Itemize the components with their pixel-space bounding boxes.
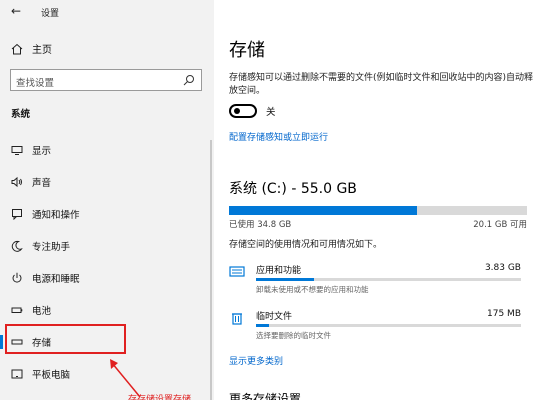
sidebar-item-label: 通知和操作 (32, 210, 80, 221)
storage-sense-toggle[interactable] (229, 104, 257, 118)
display-icon (11, 146, 23, 155)
sidebar-item-focus-assist[interactable]: 专注助手 (0, 232, 205, 260)
sidebar-item-label: 平板电脑 (32, 370, 71, 381)
apps-icon (229, 266, 245, 277)
search-placeholder: 查找设置 (16, 78, 55, 89)
category-name: 应用和功能 (256, 266, 302, 276)
sidebar-item-label: 显示 (32, 146, 52, 157)
sidebar-scrollbar[interactable] (210, 140, 212, 400)
storage-sense-toggle-row: 关 (229, 104, 276, 118)
tablet-icon (11, 369, 23, 379)
category-subtitle: 卸载未使用或不想要的应用和功能 (256, 285, 369, 294)
sidebar-item-label: 专注助手 (32, 242, 71, 253)
drive-usage-fill (229, 206, 417, 215)
drive-title: 系统 (C:) - 55.0 GB (229, 181, 357, 197)
sidebar-item-label: 声音 (32, 178, 52, 189)
battery-icon (11, 307, 23, 313)
category-size: 175 MB (487, 309, 521, 319)
used-space-label: 已使用 34.8 GB (229, 220, 292, 230)
active-indicator (0, 335, 3, 349)
drive-usage-bar[interactable] (229, 206, 527, 215)
power-icon (12, 272, 22, 283)
back-arrow-icon[interactable]: ← (11, 4, 21, 18)
category-usage-bar (256, 278, 521, 281)
category-apps[interactable]: 应用和功能 3.83 GB 卸载未使用或不想要的应用和功能 (229, 263, 527, 297)
category-size: 3.83 GB (484, 263, 521, 273)
more-storage-settings-heading: 更多存储设置 (229, 392, 302, 400)
sidebar-item-display[interactable]: 显示 (0, 136, 205, 164)
sidebar-item-sound[interactable]: 声音 (0, 168, 205, 196)
home-icon (11, 43, 23, 54)
main-content: 存储 存储感知可以通过删除不需要的文件(例如临时文件和回收站中的内容)自动释放空… (214, 0, 556, 400)
category-name: 临时文件 (256, 312, 293, 322)
storage-sense-description: 存储感知可以通过删除不需要的文件(例如临时文件和回收站中的内容)自动释放空间。 (229, 73, 534, 96)
annotation-highlight-box (5, 324, 126, 354)
sound-icon (11, 176, 22, 188)
title-bar: ← 设置 (0, 0, 214, 24)
configure-storage-sense-link[interactable]: 配置存储感知或立即运行 (229, 130, 328, 143)
search-input[interactable]: 查找设置 (10, 69, 202, 91)
moon-icon (11, 240, 23, 252)
annotation-text: 存存储设置存储 (128, 395, 192, 400)
sidebar-item-power[interactable]: 电源和睡眠 (0, 264, 205, 292)
home-nav-item[interactable]: 主页 (11, 41, 52, 56)
sidebar-item-notifications[interactable]: 通知和操作 (0, 200, 205, 228)
sidebar-item-label: 电源和睡眠 (32, 274, 80, 285)
section-heading: 系统 (11, 109, 31, 120)
usage-description: 存储空间的使用情况和可用情况如下。 (229, 240, 383, 250)
search-icon (183, 75, 194, 86)
category-temp-files[interactable]: 临时文件 175 MB 选择要删除的临时文件 (229, 309, 527, 343)
category-usage-fill (256, 324, 270, 327)
category-usage-fill (256, 278, 315, 281)
toggle-state-label: 关 (266, 107, 276, 118)
page-title: 存储 (229, 40, 265, 61)
window-title: 设置 (41, 9, 60, 19)
notifications-icon (12, 209, 22, 220)
available-space-label: 20.1 GB 可用 (473, 220, 527, 230)
trash-icon (232, 313, 242, 325)
show-more-categories-link[interactable]: 显示更多类别 (229, 354, 283, 367)
sidebar-item-label: 电池 (32, 306, 52, 317)
toggle-knob (234, 108, 240, 114)
category-subtitle: 选择要删除的临时文件 (256, 331, 331, 340)
home-label: 主页 (32, 45, 52, 56)
sidebar-item-battery[interactable]: 电池 (0, 296, 205, 324)
category-usage-bar (256, 324, 521, 327)
